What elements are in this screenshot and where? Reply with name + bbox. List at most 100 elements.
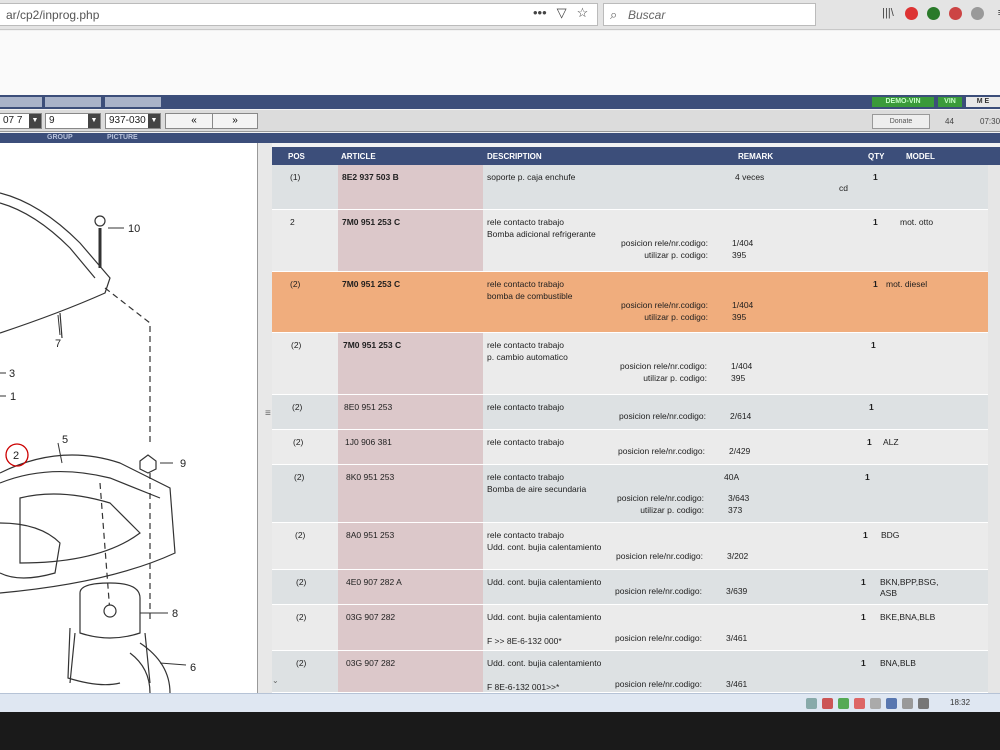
callout-2[interactable]: 2 — [13, 450, 19, 462]
library-icon[interactable]: |||\ — [880, 7, 896, 20]
table-row[interactable]: (2) 8E0 951 253 rele contacto trabajo posic… — [272, 395, 1000, 430]
callout-6[interactable]: 6 — [190, 662, 196, 674]
callout-7[interactable]: 7 — [55, 338, 61, 350]
remark-value: 395 — [732, 312, 747, 322]
tray-generic-icon[interactable] — [870, 698, 881, 709]
description-line: rele contacto trabajo — [487, 437, 565, 447]
article-cell: 8E0 951 253 — [344, 402, 393, 412]
url-bar[interactable]: ar/cp2/inprog.php — [0, 3, 598, 26]
tray-alert-icon[interactable] — [854, 698, 865, 709]
tray-app-icon[interactable] — [838, 698, 849, 709]
description-line: rele contacto trabajo — [487, 530, 565, 540]
pocket-icon[interactable]: ▽ — [557, 5, 567, 21]
tray-security-icon[interactable] — [822, 698, 833, 709]
table-row[interactable]: (2) 7M0 951 253 C rele contacto trabajo p. … — [272, 333, 1000, 395]
extension-green-icon[interactable] — [927, 7, 940, 20]
callout-10[interactable]: 10 — [128, 223, 140, 235]
menu-icon[interactable]: ≡ — [993, 7, 1000, 20]
vin-badge[interactable]: VIN — [938, 97, 962, 107]
col-pos[interactable]: POS — [288, 152, 305, 161]
count-text: 44 — [945, 117, 954, 126]
next-picture-button[interactable]: » — [212, 113, 258, 129]
table-row[interactable]: (1) 8E2 937 503 B soporte p. caja enchufe 4… — [272, 165, 1000, 210]
table-row[interactable]: (2) 7M0 951 253 C rele contacto trabajo bom… — [272, 272, 1000, 333]
table-row[interactable]: (2) 4E0 907 282 A Udd. cont. bujia calenta… — [272, 570, 1000, 605]
pos-cell: (2) — [291, 340, 302, 350]
tab-2[interactable] — [45, 97, 101, 107]
callout-5[interactable]: 5 — [62, 434, 68, 446]
remark-extra: cd — [839, 183, 848, 193]
description-line: Udd. cont. bujia calentamiento — [487, 542, 602, 552]
table-row[interactable]: (2) 03G 907 282 Udd. cont. bujia calentami… — [272, 605, 1000, 651]
pos-cell: (2) — [296, 658, 307, 668]
extension-red-icon[interactable] — [905, 7, 918, 20]
table-row[interactable]: (2) 1J0 906 381 rele contacto trabajo posic… — [272, 430, 1000, 465]
col-model[interactable]: MODEL — [906, 152, 935, 161]
description-line: Udd. cont. bujia calentamiento — [487, 577, 602, 587]
description-line: Udd. cont. bujia calentamiento — [487, 658, 602, 668]
bookmark-star-icon[interactable]: ☆ — [577, 5, 589, 21]
taskbar-clock[interactable]: 18:32 — [950, 698, 970, 707]
remark-value: 1/404 — [732, 238, 754, 248]
chevron-down-icon: ▼ — [88, 114, 100, 128]
search-input[interactable]: ⌕ Buscar — [603, 3, 816, 26]
callout-9[interactable]: 9 — [180, 458, 186, 470]
remark-label: posicion rele/nr.codigo: — [616, 551, 703, 561]
tab-3[interactable] — [105, 97, 161, 107]
table-row[interactable]: (2) 03G 907 282 Udd. cont. bujia calentami… — [272, 651, 1000, 693]
remark-label: posicion rele/nr.codigo: — [619, 411, 706, 421]
tray-display-icon[interactable] — [886, 698, 897, 709]
selection-toolbar: 07 7 ▼ 9 ▼ 937-030 ▼ « » Donate 44 07:30 — [0, 110, 1000, 132]
remark-value: 3/461 — [726, 679, 748, 689]
remark-label: posicion rele/nr.codigo: — [617, 493, 704, 503]
demo-vin-badge[interactable]: DEMO-VIN — [872, 97, 934, 107]
table-row[interactable]: 2 7M0 951 253 C rele contacto trabajo Bomba… — [272, 210, 1000, 272]
tray-language-icon[interactable] — [918, 698, 929, 709]
search-placeholder: Buscar — [628, 8, 666, 22]
callout-8[interactable]: 8 — [172, 608, 178, 620]
col-article[interactable]: ARTICLE — [341, 152, 376, 161]
table-row[interactable]: (2) 8K0 951 253 rele contacto trabajo Bomba… — [272, 465, 1000, 523]
model-select[interactable]: 07 7 ▼ — [0, 113, 42, 129]
article-cell: 8A0 951 253 — [346, 530, 395, 540]
remark-value: 3/643 — [728, 493, 750, 503]
tray-network-icon[interactable] — [806, 698, 817, 709]
menu-badge[interactable]: M E — [966, 97, 1000, 107]
article-cell: 8E2 937 503 B — [342, 172, 399, 182]
remark-label: posicion rele/nr.codigo: — [618, 446, 705, 456]
splitter-grip-icon[interactable]: ≡ — [265, 408, 271, 419]
donate-button[interactable]: Donate — [872, 114, 930, 129]
page-actions-icon[interactable]: ••• — [533, 5, 547, 21]
system-tray — [806, 698, 929, 709]
extension-grey-icon[interactable] — [971, 7, 984, 20]
description-line: soporte p. caja enchufe — [487, 172, 576, 182]
url-text: ar/cp2/inprog.php — [6, 8, 100, 22]
extension-badge-icon[interactable] — [949, 7, 962, 20]
qty-cell: 1 — [871, 340, 876, 350]
pos-cell: (2) — [296, 577, 307, 587]
table-row[interactable]: (2) 8A0 951 253 rele contacto trabajo Udd. … — [272, 523, 1000, 570]
col-description[interactable]: DESCRIPTION — [487, 152, 542, 161]
callout-1[interactable]: 1 — [10, 391, 16, 403]
remark-label: utilizar p. codigo: — [644, 312, 708, 322]
col-remark[interactable]: REMARK — [738, 152, 773, 161]
remark-value: 3/202 — [727, 551, 749, 561]
model-cell: BDG — [881, 530, 900, 540]
pos-cell: 2 — [290, 217, 295, 227]
tray-volume-icon[interactable] — [902, 698, 913, 709]
tab-1[interactable] — [0, 97, 42, 107]
group-select[interactable]: 9 ▼ — [45, 113, 101, 129]
col-qty[interactable]: QTY — [868, 152, 884, 161]
scroll-indicator-icon[interactable]: ⌄ — [272, 676, 279, 685]
group-label: GROUP — [47, 134, 73, 141]
picture-select[interactable]: 937-030 ▼ — [105, 113, 161, 129]
remark-label: posicion rele/nr.codigo: — [615, 586, 702, 596]
remark-value: 1/404 — [732, 300, 754, 310]
parts-diagram[interactable]: 10 7 3 1 2 5 9 8 6 — [0, 143, 258, 693]
pos-cell: (1) — [290, 172, 301, 182]
description-line: rele contacto trabajo — [487, 472, 565, 482]
table-scrollbar[interactable] — [988, 165, 1000, 693]
callout-3[interactable]: 3 — [9, 368, 15, 380]
description-line: Bomba de aire secundaria — [487, 484, 587, 494]
article-cell: 7M0 951 253 C — [342, 279, 401, 289]
